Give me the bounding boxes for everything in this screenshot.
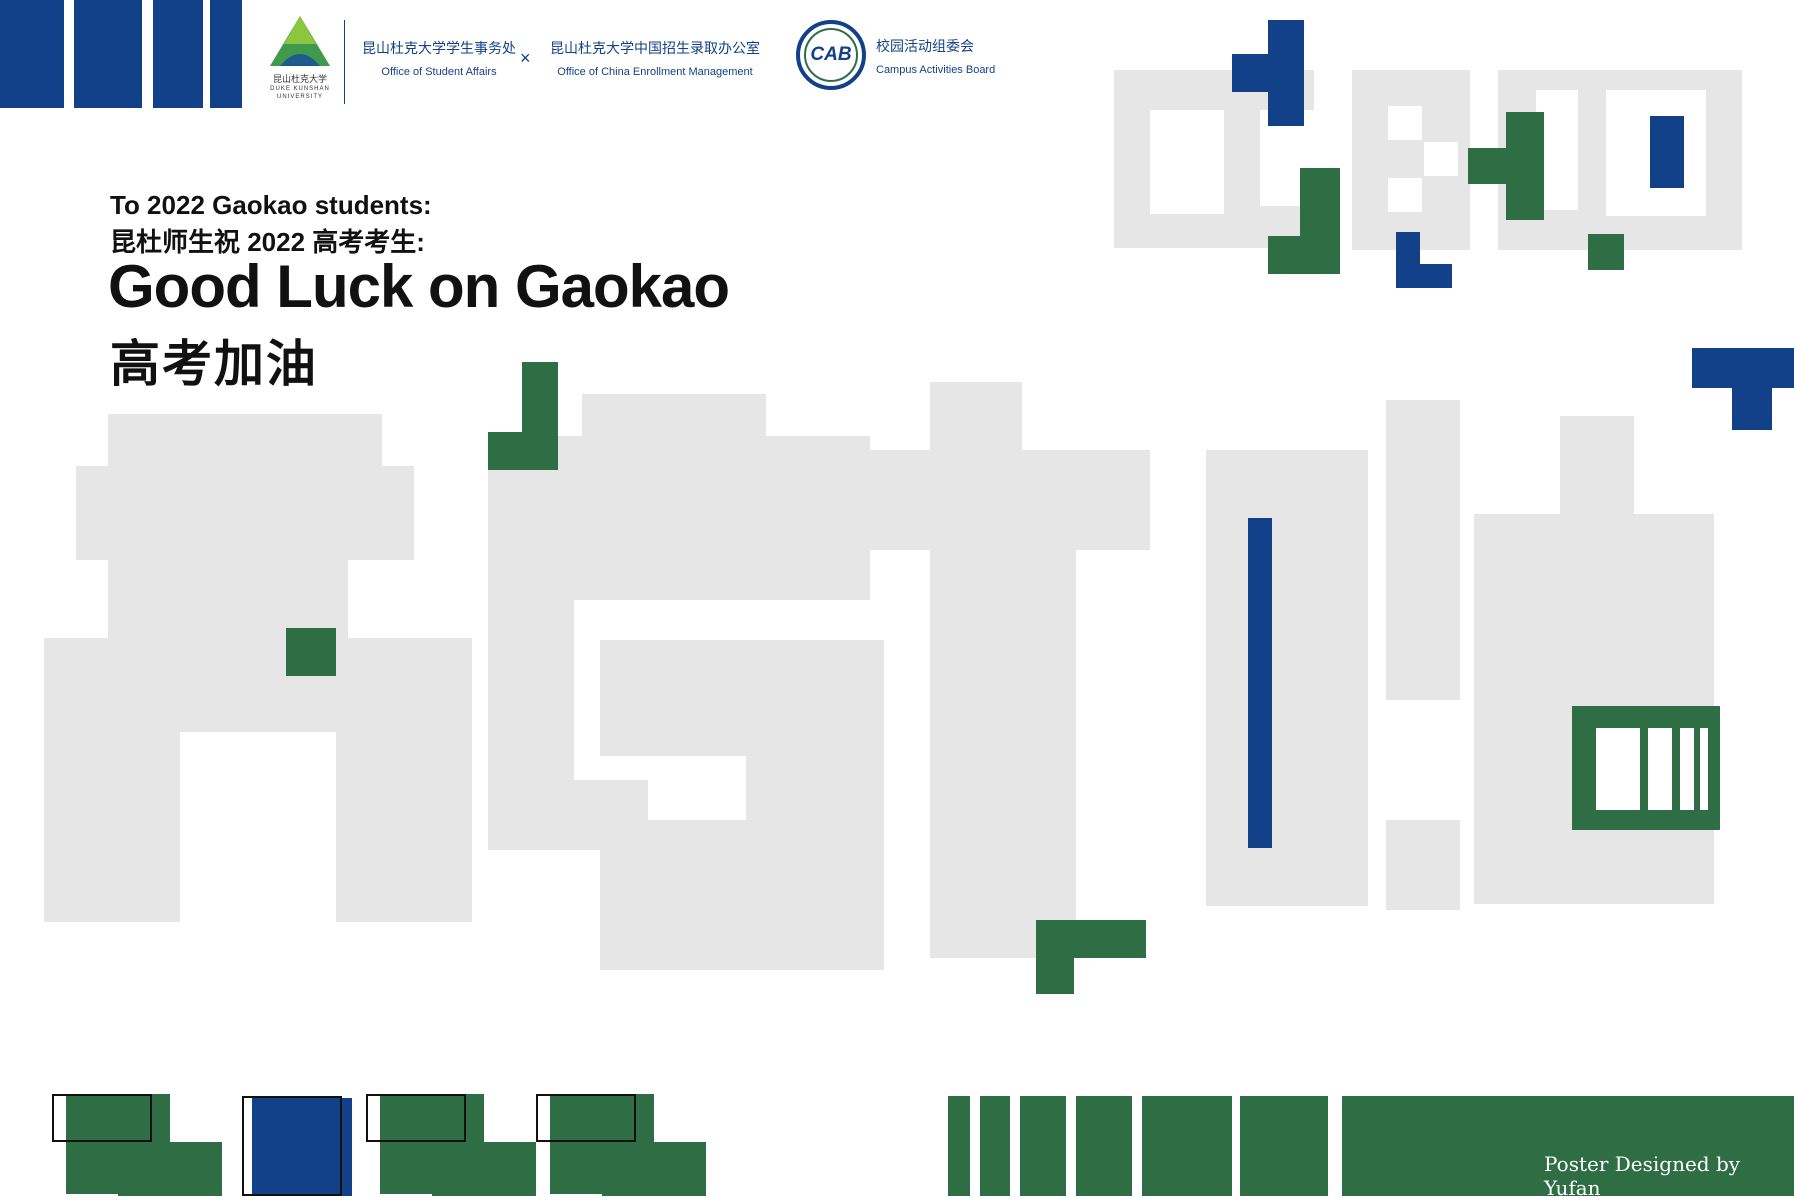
greeting-en: To 2022 Gaokao students: <box>110 190 432 220</box>
main-title-cn: 高考加油 <box>110 336 318 392</box>
cab-name-en: Campus Activities Board <box>876 64 996 76</box>
corner-bar <box>74 0 142 108</box>
dku-logo-en-2: UNIVERSITY <box>276 94 323 100</box>
cab-logo-text: CAB <box>810 44 852 65</box>
ocem-name-en: Office of China Enrollment Management <box>557 66 753 78</box>
header-divider <box>344 20 345 104</box>
cab-logo: CAB <box>796 20 866 90</box>
cab-block: 校园活动组委会 Campus Activities Board <box>876 36 995 76</box>
ocem-block: 昆山杜克大学中国招生录取办公室 Office of China Enrollme… <box>540 38 770 78</box>
dku-logo: 昆山杜克大学 DUKE KUNSHAN UNIVERSITY <box>266 14 334 104</box>
cab-name-cn: 校园活动组委会 <box>876 38 974 54</box>
main-title-en: Good Luck on Gaokao <box>108 253 730 320</box>
osa-name-en: Office of Student Affairs <box>381 66 497 78</box>
mountain-icon <box>270 16 330 66</box>
osa-name-cn: 昆山杜克大学学生事务处 <box>362 40 516 56</box>
designer-credit: Poster Designed by Yufan <box>1544 1152 1741 1200</box>
dku-logo-cn: 昆山杜克大学 <box>272 75 327 85</box>
corner-bar <box>210 0 242 108</box>
separator-x: × <box>520 48 531 68</box>
corner-bar <box>153 0 203 108</box>
ocem-name-cn: 昆山杜克大学中国招生录取办公室 <box>550 40 760 56</box>
dku-logo-en-1: DUKE KUNSHAN <box>270 86 330 92</box>
corner-bar <box>0 0 64 108</box>
osa-block: 昆山杜克大学学生事务处 Office of Student Affairs <box>354 38 524 78</box>
